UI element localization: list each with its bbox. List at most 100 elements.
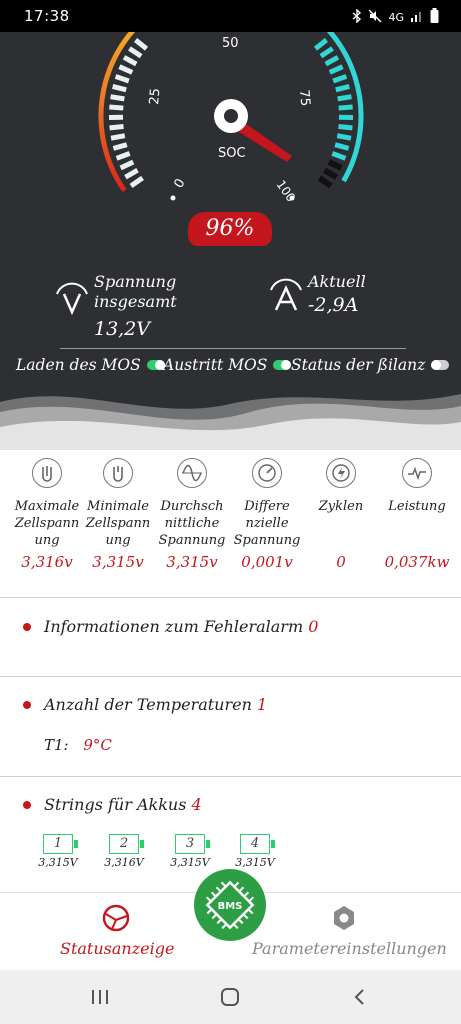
current-label: Aktuell [308,272,366,291]
gauge-tick-mark [112,84,127,93]
differential-voltage-icon [252,458,282,488]
battery-cell-voltage: 3,315V [38,856,78,869]
stat-label: Durchsch nittliche Spannung [158,499,226,548]
voltage-icon [56,282,88,316]
t1-label: T1: [44,736,69,754]
recent-apps-icon[interactable] [91,989,109,1005]
gauge-tick-50: 50 [222,36,239,51]
gauge-tick-mark [124,167,139,180]
battery-cell: 1 3,315V [28,834,88,869]
stat-value: 3,316v [21,553,73,571]
gauge-tick-mark [115,151,131,161]
bms-center-button[interactable]: BMS [194,869,266,941]
nav-parameter-settings-label: Parametereinstellungen [252,939,447,958]
current-icon [270,278,302,311]
system-navigation-bar [0,970,461,1024]
gauge-tick-mark [331,151,347,161]
nav-status-display[interactable]: Statusanzeige [60,893,175,971]
min-cell-voltage-icon [103,458,133,488]
bullet-dot [23,701,31,709]
mute-icon [368,9,382,26]
gauge-tick-mark [122,55,138,67]
battery-strings-count: 4 [191,795,202,814]
gauge-tick-mark [134,38,149,51]
power-icon [402,458,432,488]
nav-status-display-label: Statusanzeige [60,939,175,958]
stat-label: Leistung [388,499,446,514]
network-label: 4G [388,10,404,24]
fault-alarm-title[interactable]: Informationen zum Fehleralarm 0 [44,617,318,636]
gauge-tick-mark [109,104,124,111]
gauge-tick-mark [324,55,340,67]
status-bar: 17:38 4G [0,0,461,32]
stat-value: 0 [336,553,346,571]
gauge-tick-mark [109,124,124,131]
divider [0,676,461,677]
battery-cell-voltage: 3,316V [104,856,144,869]
divider [0,597,461,598]
bms-chip-icon: BMS [205,880,255,930]
voltage-label-line2: insgesamt [94,292,177,311]
gauge-tick-25: 25 [147,88,163,106]
gauge-tick-mark [337,94,352,102]
soc-value-badge: 96% [188,212,272,246]
bullet-dot [23,801,31,809]
toggle-charge-mos[interactable]: Laden des MOS [16,356,165,374]
stat-power: Leistung 0,037kw [379,455,455,571]
gauge-tick-mark [335,84,350,93]
fault-alarm-count: 0 [308,617,319,636]
temperature-label: Anzahl der Temperaturen [44,695,252,714]
temperature-count: 1 [257,695,268,714]
status-icons: 4G [352,7,439,26]
battery-cell-icon: 3 [175,834,210,854]
gauge-tick-100: 100 [274,178,299,205]
gauge-tick-0: 0 [171,176,188,191]
settings-hexagon-icon [334,906,354,930]
battery-cell-icon: 2 [109,834,144,854]
gauge-tick-mark [336,133,352,141]
toggle-charge-mos-label: Laden des MOS [16,356,141,374]
stat-label: Differe nzielle Spannung [233,499,301,548]
voltage-value: 13,2V [94,318,151,340]
gauge-tick-mark [114,74,130,84]
max-cell-voltage-icon [32,458,62,488]
toggle-balance-status-switch[interactable] [431,360,450,370]
gauge-tick-mark [328,64,344,75]
gauge-tick-mark [128,46,143,59]
stat-differential-voltage: Differe nzielle Spannung 0,001v [229,455,305,571]
stat-value: 3,315v [92,553,144,571]
gauge-tick-mark [332,74,348,84]
divider [60,348,406,349]
gauge-tick-75: 75 [296,89,312,107]
nav-parameter-settings[interactable]: Parametereinstellungen [250,893,447,971]
temperature-sensor-t1: T1: 9°C [44,736,112,754]
bullet-dot [23,623,31,631]
status-display-icon [102,904,130,932]
gauge-tick-mark [313,38,328,51]
gauge-tick-mark [322,167,339,180]
battery-cell: 4 3,315V [225,834,285,869]
battery-cell-icon: 4 [240,834,275,854]
battery-status-icon [430,8,439,26]
current-value: -2,9A [308,294,359,316]
gauge-tick-mark [319,46,334,59]
home-icon[interactable] [220,987,240,1007]
bluetooth-icon [352,7,362,26]
battery-cell-voltage: 3,315V [170,856,210,869]
gauge-tick-mark [119,159,135,171]
stat-value: 3,315v [166,553,218,571]
stat-average-voltage: Durchsch nittliche Spannung 3,315v [154,455,230,571]
battery-cell-voltage: 3,315V [235,856,275,869]
toggle-discharge-mos[interactable]: Austritt MOS [163,356,292,374]
battery-cell-icon: 1 [43,834,78,854]
back-icon[interactable] [352,988,366,1006]
cycles-icon [326,458,356,488]
toggle-balance-status[interactable]: Status der ßilanz [291,356,450,374]
gauge-center-label: SOC [218,146,246,161]
gauge-tick-mark [118,64,134,75]
battery-strings-label: Strings für Akkus [44,795,187,814]
average-voltage-icon [177,458,207,488]
toggle-discharge-mos-switch[interactable] [273,360,292,370]
toggle-discharge-mos-label: Austritt MOS [163,356,268,374]
gauge-tick-mark [338,104,353,111]
